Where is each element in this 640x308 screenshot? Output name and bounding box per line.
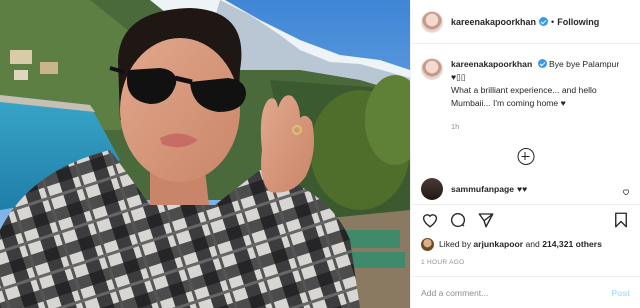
load-more-icon[interactable] <box>517 148 534 165</box>
liker-avatar[interactable] <box>421 237 434 251</box>
verified-icon <box>539 17 549 26</box>
caption-body: kareenakapoorkhan Bye bye Palampur ♥▯▯ W… <box>451 58 630 133</box>
post-panel: kareenakapoorkhan • Following kareenakap… <box>410 0 640 308</box>
caption-line2: What a brilliant experience... and hello… <box>451 85 597 108</box>
share-icon[interactable] <box>477 211 495 229</box>
comment-heart-icon[interactable] <box>622 188 630 196</box>
caption-avatar[interactable] <box>421 58 443 80</box>
caption-time[interactable]: 1h <box>451 120 630 133</box>
caption-username[interactable]: kareenakapoorkhan <box>451 59 532 69</box>
comment-avatar[interactable] <box>421 178 443 200</box>
likes-count[interactable]: 214,321 others <box>542 239 602 249</box>
comment-icon[interactable] <box>449 211 467 229</box>
instagram-post: kareenakapoorkhan • Following kareenakap… <box>0 0 640 308</box>
following-button[interactable]: Following <box>557 17 599 27</box>
comment-username[interactable]: sammufanpage <box>451 184 514 194</box>
selfie-image <box>0 0 410 308</box>
comment-text: ♥♥ <box>517 184 528 194</box>
caption: kareenakapoorkhan Bye bye Palampur ♥▯▯ W… <box>421 58 630 133</box>
likes-prefix: Liked by <box>439 239 472 249</box>
action-bar <box>411 204 640 234</box>
add-comment-bar: Post <box>411 276 640 308</box>
header-username[interactable]: kareenakapoorkhan <box>451 17 536 27</box>
comment-item: sammufanpage ♥♥ <box>421 178 630 200</box>
heart-icon[interactable] <box>421 211 439 229</box>
post-timestamp[interactable]: 1 HOUR AGO <box>411 254 640 270</box>
comments-section: kareenakapoorkhan Bye bye Palampur ♥▯▯ W… <box>411 44 640 204</box>
post-button[interactable]: Post <box>611 288 630 298</box>
verified-icon <box>537 59 547 68</box>
likes-row: Liked by arjunkapoor and 214,321 others <box>411 234 640 254</box>
bookmark-icon[interactable] <box>612 211 630 229</box>
liker-username[interactable]: arjunkapoor <box>473 239 523 249</box>
likes-joiner: and <box>525 239 540 249</box>
post-photo[interactable] <box>0 0 410 308</box>
profile-avatar[interactable] <box>421 10 443 33</box>
post-header: kareenakapoorkhan • Following <box>411 0 640 44</box>
header-separator: • <box>551 16 555 27</box>
comment-input[interactable] <box>421 287 612 298</box>
